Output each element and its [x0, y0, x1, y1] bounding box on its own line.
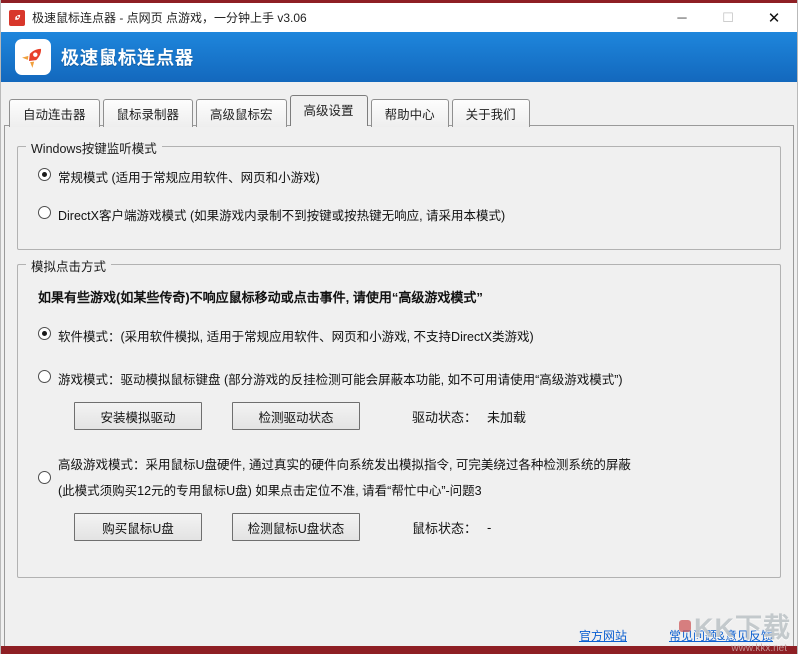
radio-directx-label: DirectX客户端游戏模式 (如果游戏内录制不到按键或按热键无响应, 请采用本…	[58, 205, 505, 224]
bottom-red-border	[1, 646, 797, 654]
rocket-icon	[20, 44, 46, 70]
minimize-button[interactable]: ─	[659, 3, 705, 32]
radio-advanced-label: 高级游戏模式：采用鼠标U盘硬件, 通过真实的硬件向系统发出模拟指令, 可完美绕过…	[58, 454, 631, 499]
install-driver-button[interactable]: 安装模拟驱动	[74, 402, 202, 430]
check-mouse-usb-button[interactable]: 检测鼠标U盘状态	[232, 513, 360, 541]
settings-panel: Windows按键监听模式 常规模式 (适用于常规应用软件、网页和小游戏) Di…	[4, 125, 794, 651]
radio-icon[interactable]	[38, 168, 51, 181]
driver-status-label: 驱动状态：	[412, 407, 477, 426]
app-window: 极速鼠标连点器 - 点网页 点游戏，一分钟上手 v3.06 ─ ☐ ✕ 极速鼠标…	[0, 0, 798, 654]
window-controls: ─ ☐ ✕	[659, 3, 797, 32]
titlebar: 极速鼠标连点器 - 点网页 点游戏，一分钟上手 v3.06 ─ ☐ ✕	[1, 3, 797, 32]
tab-advanced-macro[interactable]: 高级鼠标宏	[196, 99, 287, 127]
radio-icon[interactable]	[38, 471, 51, 484]
group-click-title: 模拟点击方式	[26, 256, 111, 275]
tab-auto-clicker[interactable]: 自动连击器	[9, 99, 100, 127]
app-logo	[15, 39, 51, 75]
close-button[interactable]: ✕	[751, 3, 797, 32]
group-click-method: 模拟点击方式 如果有些游戏(如某些传奇)不响应鼠标移动或点击事件, 请使用“高级…	[17, 264, 781, 578]
app-banner: 极速鼠标连点器	[1, 32, 797, 82]
radio-normal-label: 常规模式 (适用于常规应用软件、网页和小游戏)	[58, 167, 320, 186]
tab-help-center[interactable]: 帮助中心	[371, 99, 449, 127]
driver-status: 驱动状态： 未加载	[412, 407, 526, 426]
faq-feedback-link[interactable]: 常见问题&意见反馈	[669, 627, 773, 644]
game-mode-notice: 如果有些游戏(如某些传奇)不响应鼠标移动或点击事件, 请使用“高级游戏模式”	[38, 287, 768, 306]
tab-about-us[interactable]: 关于我们	[452, 99, 530, 127]
app-icon	[9, 10, 25, 26]
advanced-label-line1: 高级游戏模式：采用鼠标U盘硬件, 通过真实的硬件向系统发出模拟指令, 可完美绕过…	[58, 454, 631, 473]
banner-app-name: 极速鼠标连点器	[61, 44, 194, 70]
radio-advanced-game-mode[interactable]: 高级游戏模式：采用鼠标U盘硬件, 通过真实的硬件向系统发出模拟指令, 可完美绕过…	[38, 454, 768, 499]
tab-advanced-settings[interactable]: 高级设置	[290, 95, 368, 126]
mouse-status-value: -	[487, 520, 491, 535]
radio-directx-mode[interactable]: DirectX客户端游戏模式 (如果游戏内录制不到按键或按热键无响应, 请采用本…	[38, 205, 768, 224]
mouse-status-label: 鼠标状态：	[412, 518, 477, 537]
radio-software-mode[interactable]: 软件模式：(采用软件模拟, 适用于常规应用软件、网页和小游戏, 不支持Direc…	[38, 326, 768, 345]
buy-mouse-usb-button[interactable]: 购买鼠标U盘	[74, 513, 202, 541]
maximize-button[interactable]: ☐	[705, 3, 751, 32]
mouse-status: 鼠标状态： -	[412, 518, 491, 537]
rocket-icon-small	[11, 12, 23, 24]
footer-links: 官方网站 常见问题&意见反馈	[579, 627, 773, 644]
official-site-link[interactable]: 官方网站	[579, 627, 627, 644]
window-title: 极速鼠标连点器 - 点网页 点游戏，一分钟上手 v3.06	[32, 9, 307, 26]
radio-icon[interactable]	[38, 327, 51, 340]
radio-game-label: 游戏模式：驱动模拟鼠标键盘 (部分游戏的反挂检测可能会屏蔽本功能, 如不可用请使…	[58, 369, 623, 388]
radio-software-label: 软件模式：(采用软件模拟, 适用于常规应用软件、网页和小游戏, 不支持Direc…	[58, 326, 534, 345]
radio-icon[interactable]	[38, 206, 51, 219]
driver-status-value: 未加载	[487, 407, 526, 426]
driver-button-row: 安装模拟驱动 检测驱动状态 驱动状态： 未加载	[74, 402, 768, 430]
group-listen-mode: Windows按键监听模式 常规模式 (适用于常规应用软件、网页和小游戏) Di…	[17, 146, 781, 250]
radio-icon[interactable]	[38, 370, 51, 383]
radio-game-mode[interactable]: 游戏模式：驱动模拟鼠标键盘 (部分游戏的反挂检测可能会屏蔽本功能, 如不可用请使…	[38, 369, 768, 388]
tab-mouse-recorder[interactable]: 鼠标录制器	[103, 99, 194, 127]
advanced-label-line2: (此模式须购买12元的专用鼠标U盘) 如果点击定位不准, 请看“帮忙中心”-问题…	[58, 480, 631, 499]
group-listen-title: Windows按键监听模式	[26, 138, 162, 157]
radio-normal-mode[interactable]: 常规模式 (适用于常规应用软件、网页和小游戏)	[38, 167, 768, 186]
tab-strip: 自动连击器 鼠标录制器 高级鼠标宏 高级设置 帮助中心 关于我们	[1, 82, 797, 125]
usb-button-row: 购买鼠标U盘 检测鼠标U盘状态 鼠标状态： -	[74, 513, 768, 541]
check-driver-button[interactable]: 检测驱动状态	[232, 402, 360, 430]
